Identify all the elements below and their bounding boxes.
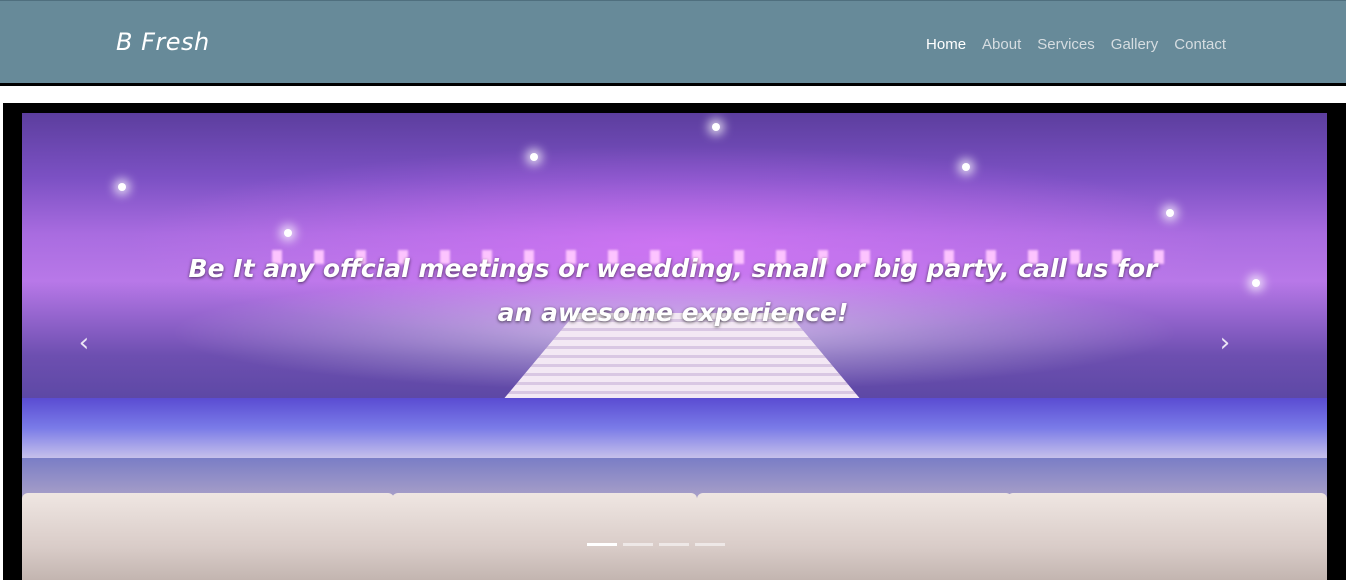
carousel-prev-button[interactable]: ‹ bbox=[74, 328, 94, 358]
carousel-indicator[interactable] bbox=[695, 543, 725, 546]
carousel-caption: Be It any offcial meetings or weedding, … bbox=[188, 254, 1158, 327]
ceiling-light bbox=[118, 183, 126, 191]
brand-logo[interactable]: B Fresh bbox=[116, 28, 210, 56]
nav-item-gallery: Gallery bbox=[1111, 34, 1159, 53]
navbar: B Fresh Home About Services Gallery Cont… bbox=[0, 0, 1346, 86]
carousel-slide-image bbox=[22, 113, 1327, 580]
sofa bbox=[392, 493, 697, 580]
carousel-indicators bbox=[587, 543, 725, 546]
chevron-right-icon: › bbox=[1219, 328, 1231, 358]
sofa bbox=[697, 493, 1012, 580]
nav-link-gallery[interactable]: Gallery bbox=[1111, 36, 1159, 53]
nav-link-about[interactable]: About bbox=[982, 36, 1021, 53]
ceiling-light bbox=[530, 153, 538, 161]
nav-link-contact[interactable]: Contact bbox=[1174, 36, 1226, 53]
nav-item-home: Home bbox=[926, 34, 966, 53]
nav-link-services[interactable]: Services bbox=[1037, 36, 1095, 53]
nav-item-about: About bbox=[982, 34, 1021, 53]
ceiling-light bbox=[962, 163, 970, 171]
nav-menu: Home About Services Gallery Contact bbox=[926, 34, 1226, 53]
ceiling-light bbox=[1252, 279, 1260, 287]
carousel-indicator[interactable] bbox=[587, 543, 617, 546]
ceiling-light bbox=[1166, 209, 1174, 217]
hero-carousel: Be It any offcial meetings or weedding, … bbox=[3, 103, 1346, 580]
chevron-left-icon: ‹ bbox=[78, 328, 90, 358]
nav-item-services: Services bbox=[1037, 34, 1095, 53]
ceiling-light bbox=[712, 123, 720, 131]
nav-link-home[interactable]: Home bbox=[926, 36, 966, 53]
carousel-indicator[interactable] bbox=[659, 543, 689, 546]
sofa bbox=[1007, 493, 1327, 580]
nav-item-contact: Contact bbox=[1174, 34, 1226, 53]
sofa bbox=[22, 493, 394, 580]
carousel-next-button[interactable]: › bbox=[1215, 328, 1235, 358]
stage-floor bbox=[22, 398, 1327, 458]
ceiling-light bbox=[284, 229, 292, 237]
carousel-indicator[interactable] bbox=[623, 543, 653, 546]
